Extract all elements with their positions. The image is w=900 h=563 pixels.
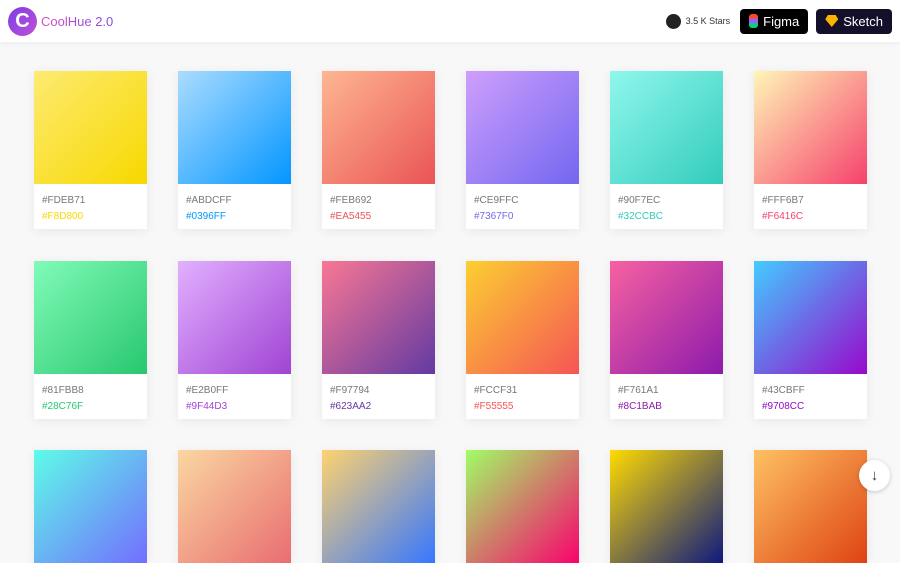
- start-color-code[interactable]: #FCCF31: [474, 383, 571, 399]
- end-color-code[interactable]: #9708CC: [762, 399, 859, 415]
- end-color-code[interactable]: #F55555: [474, 399, 571, 415]
- gradient-swatch[interactable]: [178, 261, 291, 374]
- end-color-code[interactable]: #32CCBC: [618, 209, 715, 225]
- gradient-card[interactable]: [754, 450, 867, 563]
- gradient-card[interactable]: #F761A1 #8C1BAB: [610, 261, 723, 419]
- end-color-code[interactable]: #7367F0: [474, 209, 571, 225]
- gradient-card[interactable]: #E2B0FF #9F44D3: [178, 261, 291, 419]
- gradient-swatch[interactable]: [466, 71, 579, 184]
- start-color-code[interactable]: #F761A1: [618, 383, 715, 399]
- gradient-swatch[interactable]: [322, 261, 435, 374]
- gradient-swatch[interactable]: [34, 450, 147, 563]
- start-color-code[interactable]: #90F7EC: [618, 193, 715, 209]
- figma-icon: [749, 14, 759, 28]
- gradient-card[interactable]: #81FBB8 #28C76F: [34, 261, 147, 419]
- stars-count: 3.5 K Stars: [685, 16, 731, 26]
- gradient-swatch[interactable]: [322, 450, 435, 563]
- end-color-code[interactable]: #623AA2: [330, 399, 427, 415]
- end-color-code[interactable]: #F8D800: [42, 209, 139, 225]
- gradient-card[interactable]: #43CBFF #9708CC: [754, 261, 867, 419]
- gradient-card[interactable]: #ABDCFF #0396FF: [178, 71, 291, 229]
- end-color-code[interactable]: #8C1BAB: [618, 399, 715, 415]
- sketch-icon: [825, 15, 839, 27]
- end-color-code[interactable]: #9F44D3: [186, 399, 283, 415]
- arrow-down-icon: ↓: [870, 467, 879, 484]
- gradient-swatch[interactable]: [754, 261, 867, 374]
- github-stars-link[interactable]: 3.5 K Stars: [665, 13, 731, 29]
- gradient-swatch[interactable]: [34, 71, 147, 184]
- gradient-card[interactable]: [34, 450, 147, 563]
- gradient-card[interactable]: [610, 450, 723, 563]
- figma-label: Figma: [763, 13, 800, 29]
- gradient-swatch[interactable]: [610, 71, 723, 184]
- logo-icon[interactable]: C: [8, 6, 37, 36]
- end-color-code[interactable]: #28C76F: [42, 399, 139, 415]
- gradient-card[interactable]: #CE9FFC #7367F0: [466, 71, 579, 229]
- gradient-card[interactable]: #FEB692 #EA5455: [322, 71, 435, 229]
- end-color-code[interactable]: #EA5455: [330, 209, 427, 225]
- start-color-code[interactable]: #F97794: [330, 383, 427, 399]
- gradient-card[interactable]: #FCCF31 #F55555: [466, 261, 579, 419]
- gradient-swatch[interactable]: [322, 71, 435, 184]
- start-color-code[interactable]: #43CBFF: [762, 383, 859, 399]
- end-color-code[interactable]: #F6416C: [762, 209, 859, 225]
- gradient-swatch[interactable]: [466, 261, 579, 374]
- figma-button[interactable]: Figma: [740, 8, 809, 34]
- gradient-card[interactable]: [466, 450, 579, 563]
- gradient-card[interactable]: #FFF6B7 #F6416C: [754, 71, 867, 229]
- gradient-swatch[interactable]: [178, 450, 291, 563]
- gradient-swatch[interactable]: [34, 261, 147, 374]
- gradient-swatch[interactable]: [178, 71, 291, 184]
- gradient-card[interactable]: #90F7EC #32CCBC: [610, 71, 723, 229]
- gradient-swatch[interactable]: [466, 450, 579, 563]
- gradient-card[interactable]: [178, 450, 291, 563]
- github-icon: [665, 13, 681, 29]
- start-color-code[interactable]: #CE9FFC: [474, 193, 571, 209]
- gradient-swatch[interactable]: [754, 450, 867, 563]
- start-color-code[interactable]: #FEB692: [330, 193, 427, 209]
- gradient-card[interactable]: #F97794 #623AA2: [322, 261, 435, 419]
- start-color-code[interactable]: #81FBB8: [42, 383, 139, 399]
- gradient-swatch[interactable]: [610, 450, 723, 563]
- gradient-card[interactable]: #FDEB71 #F8D800: [34, 71, 147, 229]
- gradient-swatch[interactable]: [754, 71, 867, 184]
- end-color-code[interactable]: #0396FF: [186, 209, 283, 225]
- start-color-code[interactable]: #FFF6B7: [762, 193, 859, 209]
- start-color-code[interactable]: #ABDCFF: [186, 193, 283, 209]
- gradient-swatch[interactable]: [610, 261, 723, 374]
- sketch-button[interactable]: Sketch: [816, 8, 892, 34]
- scroll-down-button[interactable]: ↓: [859, 460, 890, 491]
- start-color-code[interactable]: #E2B0FF: [186, 383, 283, 399]
- start-color-code[interactable]: #FDEB71: [42, 193, 139, 209]
- gradient-card[interactable]: [322, 450, 435, 563]
- sketch-label: Sketch: [843, 13, 883, 29]
- brand-name[interactable]: CoolHue 2.0: [41, 14, 113, 29]
- header: C CoolHue 2.0 3.5 K Stars Figma Sketch: [0, 0, 900, 42]
